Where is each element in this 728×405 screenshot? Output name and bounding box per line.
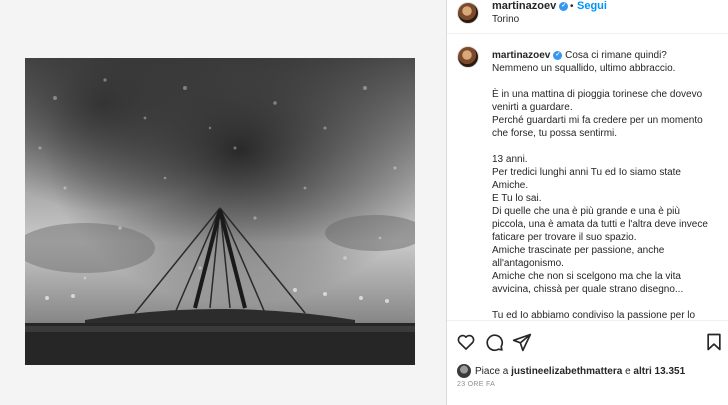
post-sidebar: martinazoev ✓ • Segui Torino martinazoev ✓… [447,0,728,405]
follow-button[interactable]: Segui [577,0,607,13]
liker-avatar[interactable] [457,364,471,379]
caption-line: Tu ed Io abbiamo condiviso la passione p… [492,310,696,321]
media-pane [0,0,447,405]
heart-icon[interactable] [456,332,476,352]
likes-prefix: Piace a [475,366,509,377]
caption-line: Amiche che non si scelgono ma che la vit… [492,271,684,295]
likes-summary: Piace a justineelizabethmattera e altri … [457,364,685,380]
verified-badge-icon: ✓ [553,50,563,60]
caption-gap [492,296,716,309]
caption-line: Cosa ci rimane quindi? [565,50,667,61]
caption-line: Amiche trascinate per passione, anche al… [492,245,665,269]
post-header: martinazoev ✓ • Segui Torino [447,0,728,34]
verified-badge-icon: ✓ [559,1,569,11]
stadium-photo [25,58,415,365]
action-bar [447,328,728,356]
avatar[interactable] [457,2,479,24]
caption-avatar[interactable] [457,46,479,68]
caption-username-text[interactable]: martinazoev [492,50,550,61]
post-timestamp[interactable]: 23 ORE FA [457,381,495,388]
caption-line: Per tredici lunghi anni Tu ed Io siamo s… [492,167,681,191]
comment-icon[interactable] [484,332,504,352]
caption-username[interactable]: martinazoev ✓ [492,50,563,61]
caption-gap [492,75,716,88]
caption-line: Di quelle che una è più grande e una è p… [492,206,708,243]
post-photo[interactable] [25,58,415,365]
location-link[interactable]: Torino [492,14,519,26]
author-username[interactable]: martinazoev ✓ [492,0,569,13]
share-icon[interactable] [512,332,532,352]
bookmark-icon[interactable] [704,332,724,352]
caption-text: martinazoev ✓ Cosa ci rimane quindi? Nemm… [492,49,716,321]
caption-gap [492,140,716,153]
caption-line: Perché guardarti mi fa credere per un mo… [492,115,703,139]
caption-line: È in una mattina di pioggia torinese che… [492,89,703,113]
caption-line: 13 anni. [492,154,528,165]
likes-conj: e [625,366,631,377]
caption-line: E Tu lo sai. [492,193,542,204]
author-username-text[interactable]: martinazoev [492,0,556,12]
caption-area: martinazoev ✓ Cosa ci rimane quindi? Nemm… [447,34,728,321]
separator-dot: • [570,1,574,12]
caption-line: Nemmeno un squallido, ultimo abbraccio. [492,63,676,74]
likes-others-link[interactable]: altri 13.351 [633,366,685,377]
liker-username[interactable]: justineelizabethmattera [511,366,622,377]
